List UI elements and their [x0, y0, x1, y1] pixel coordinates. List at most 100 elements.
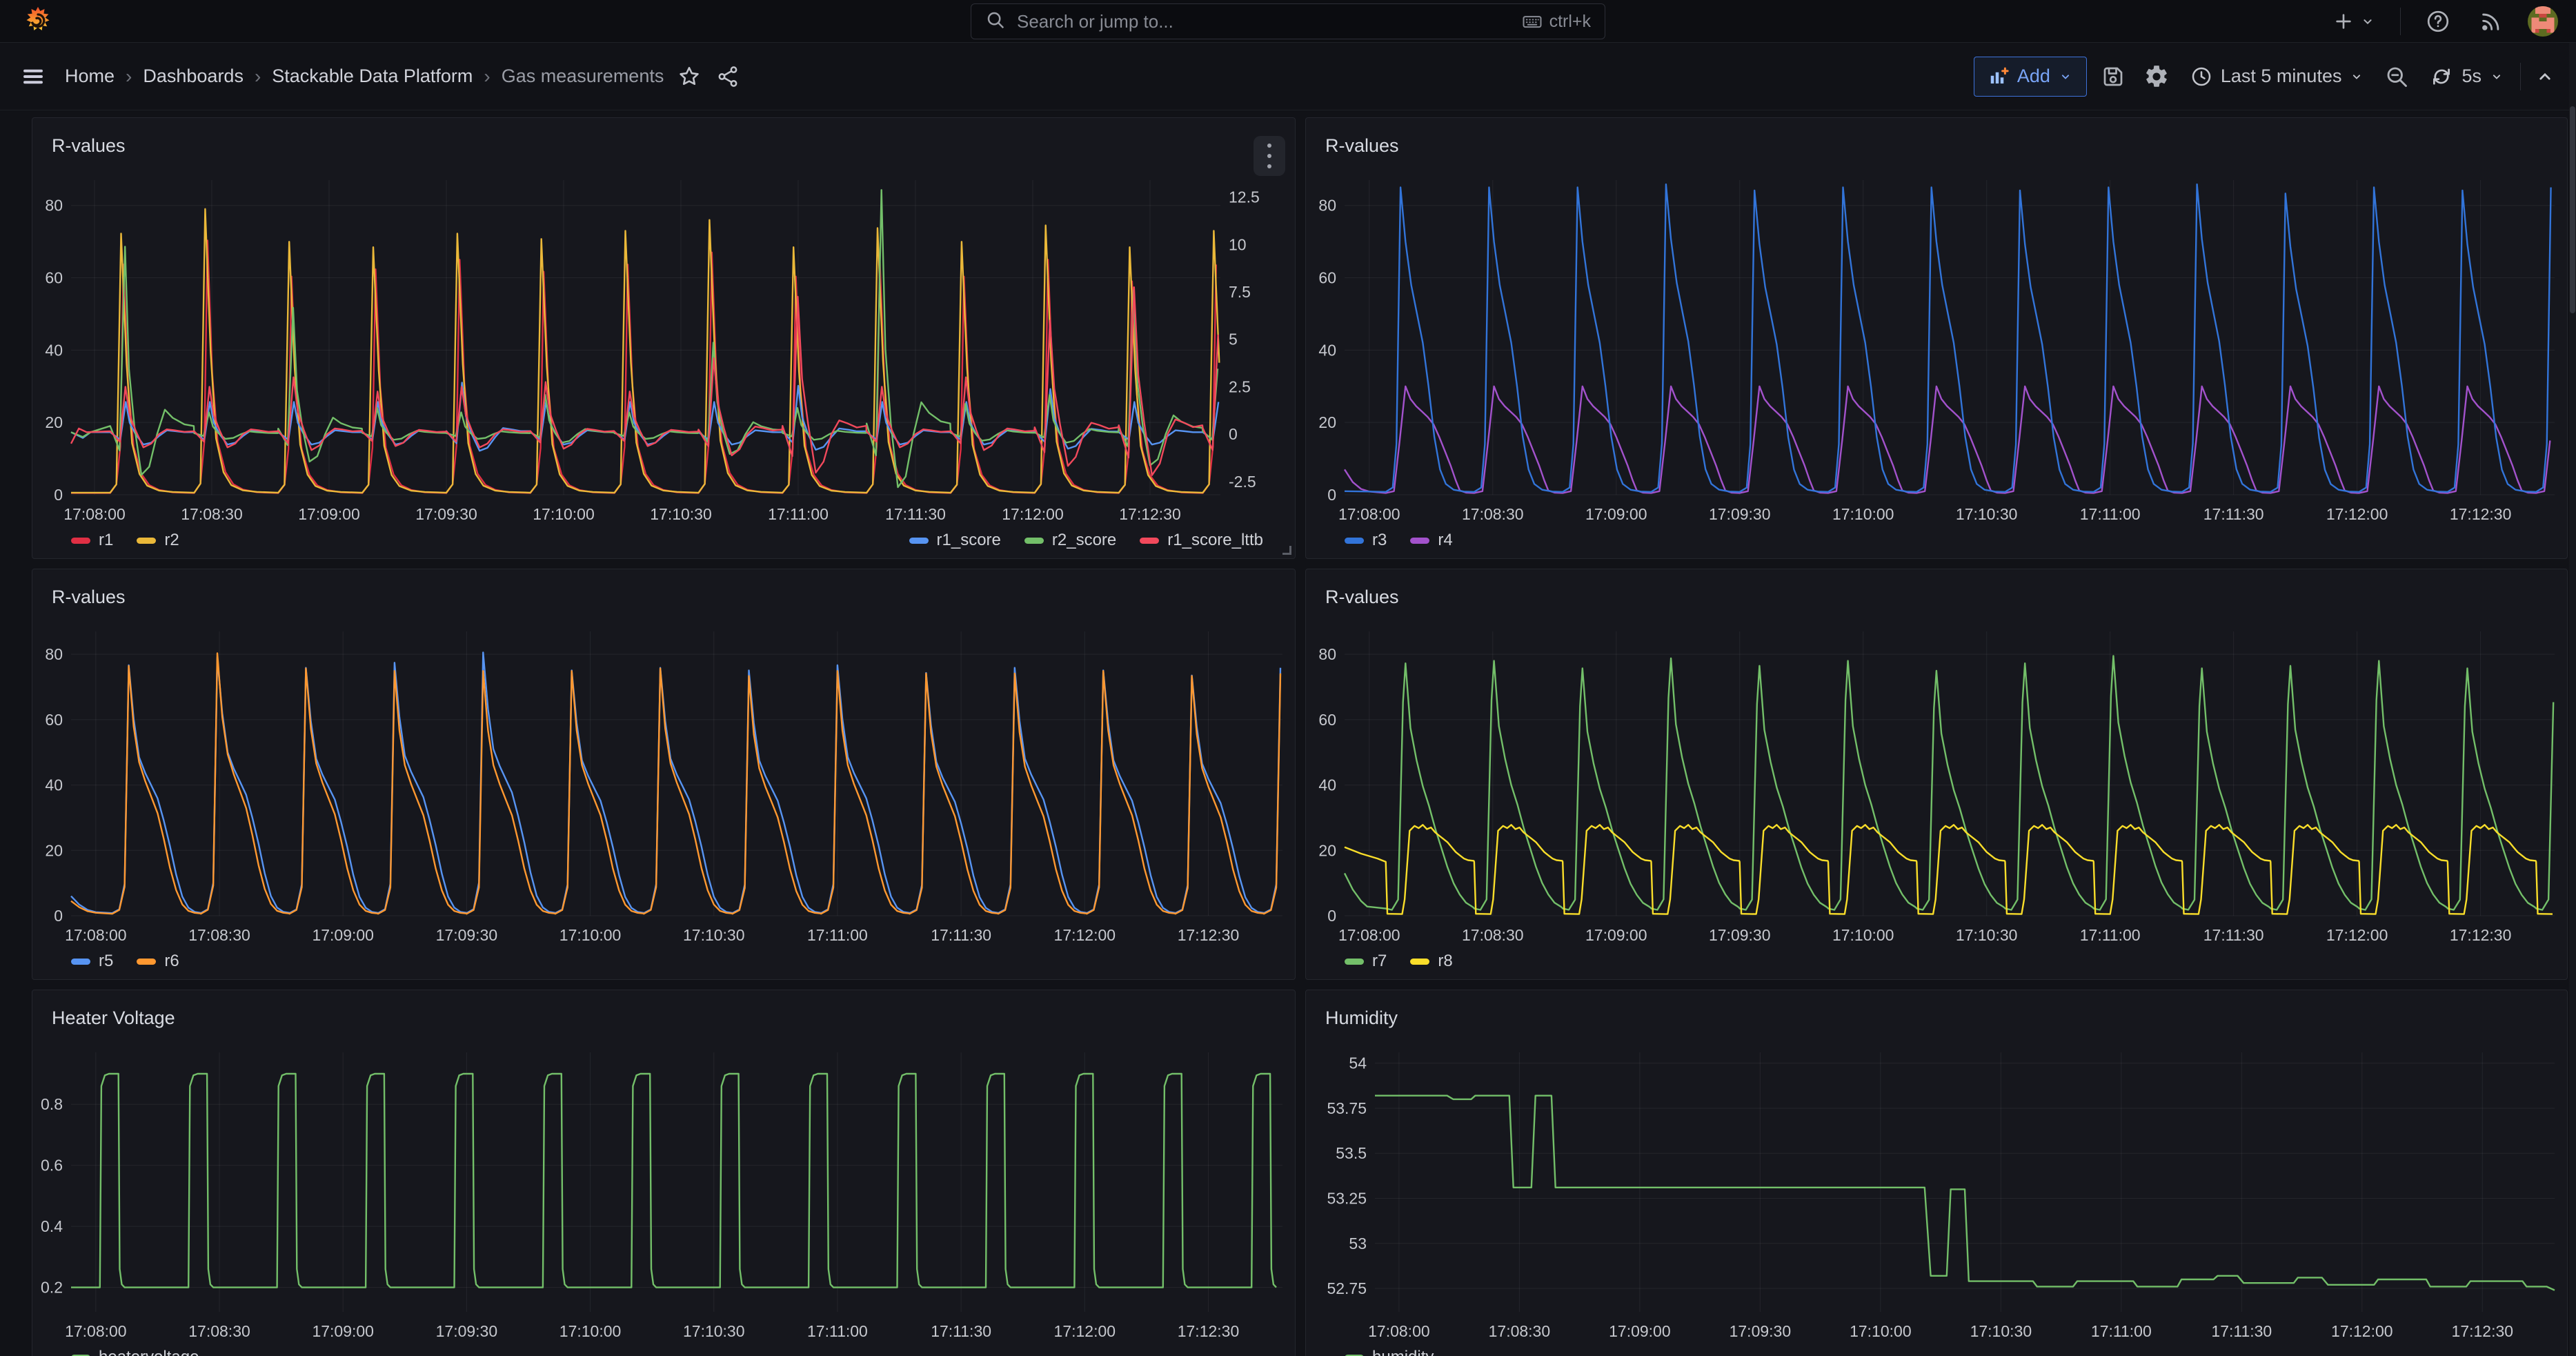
search-shortcut: ctrl+k: [1522, 11, 1591, 32]
chart-r-values-4[interactable]: 17:08:0017:08:3017:09:0017:09:3017:10:00…: [1306, 608, 2567, 949]
dashboard-settings-button[interactable]: [2139, 59, 2174, 94]
legend: r3 r4: [1306, 528, 2567, 558]
collapse-toolbar-button[interactable]: [2530, 62, 2559, 91]
add-panel-button[interactable]: Add: [1974, 57, 2087, 97]
panel-title[interactable]: Heater Voltage: [52, 1008, 175, 1029]
svg-text:17:10:00: 17:10:00: [1832, 505, 1894, 523]
search-bar[interactable]: ctrl+k: [971, 3, 1605, 39]
news-button[interactable]: [2475, 6, 2507, 37]
legend-label: r1: [99, 531, 113, 550]
svg-text:5: 5: [1229, 331, 1238, 348]
legend-item-r2[interactable]: r2: [137, 531, 179, 550]
svg-text:40: 40: [45, 776, 63, 794]
breadcrumb-home[interactable]: Home: [65, 66, 115, 87]
panel-title[interactable]: R-values: [1325, 587, 1399, 608]
save-dashboard-button[interactable]: [2097, 60, 2130, 93]
svg-text:17:11:00: 17:11:00: [768, 505, 829, 523]
svg-text:17:09:00: 17:09:00: [1585, 505, 1647, 523]
legend-item-r2_score[interactable]: r2_score: [1024, 531, 1116, 550]
svg-text:17:11:30: 17:11:30: [2203, 505, 2264, 523]
legend-item-r6[interactable]: r6: [137, 952, 179, 971]
refresh-picker[interactable]: 5s: [2423, 57, 2510, 97]
dashboard-toolbar: Home › Dashboards › Stackable Data Platf…: [0, 43, 2576, 110]
svg-text:17:10:00: 17:10:00: [559, 926, 622, 944]
legend: r5 r6: [32, 949, 1295, 979]
panel-r-values-2: R-values 17:08:0017:08:3017:09:0017:09:3…: [1305, 117, 2568, 559]
svg-text:17:09:30: 17:09:30: [1730, 1322, 1792, 1340]
svg-text:17:08:00: 17:08:00: [1338, 505, 1400, 523]
new-button[interactable]: [2328, 6, 2379, 37]
divider: [2400, 8, 2401, 35]
svg-text:17:10:30: 17:10:30: [650, 505, 712, 523]
breadcrumb-separator: ›: [255, 66, 261, 88]
breadcrumb-folder[interactable]: Stackable Data Platform: [272, 66, 473, 87]
page-scrollbar[interactable]: [2569, 43, 2576, 1356]
help-button[interactable]: [2421, 5, 2455, 38]
search-input[interactable]: [1017, 11, 1511, 32]
svg-text:17:09:30: 17:09:30: [415, 505, 477, 523]
panel-header: R-values: [32, 118, 1295, 157]
svg-text:17:12:00: 17:12:00: [2326, 926, 2388, 944]
share-button[interactable]: [712, 61, 744, 92]
legend-item-r5[interactable]: r5: [71, 952, 113, 971]
panel-header: R-values: [1306, 118, 2567, 157]
svg-text:53: 53: [1349, 1235, 1367, 1252]
legend-item-r1[interactable]: r1: [71, 531, 113, 550]
time-range-picker[interactable]: Last 5 minutes: [2183, 57, 2371, 97]
svg-text:17:10:30: 17:10:30: [1956, 505, 2018, 523]
svg-text:17:08:00: 17:08:00: [65, 1322, 127, 1340]
legend-item-r4[interactable]: r4: [1410, 531, 1452, 550]
chart-r-values-1[interactable]: 17:08:0017:08:3017:09:0017:09:3017:10:00…: [32, 157, 1295, 528]
star-icon: [677, 65, 701, 88]
svg-text:0.2: 0.2: [41, 1279, 63, 1297]
legend-label: r1_score_lttb: [1167, 531, 1263, 550]
legend-label: r5: [99, 952, 113, 971]
svg-text:17:11:30: 17:11:30: [931, 1322, 991, 1340]
svg-text:17:12:00: 17:12:00: [1054, 926, 1116, 944]
panel-r-values-1: R-values 17:08:0017:08:3017:09:0017:09:3…: [32, 117, 1296, 559]
svg-text:53.5: 53.5: [1336, 1144, 1367, 1162]
svg-text:17:10:00: 17:10:00: [1832, 926, 1894, 944]
panel-header: Humidity: [1306, 990, 2567, 1029]
legend-item-r3[interactable]: r3: [1345, 531, 1387, 550]
svg-text:17:08:00: 17:08:00: [1368, 1322, 1430, 1340]
legend-swatch: [909, 538, 929, 544]
favorite-button[interactable]: [673, 61, 705, 92]
save-icon: [2101, 64, 2126, 89]
series-r6: [71, 654, 1280, 914]
rss-icon: [2479, 10, 2503, 33]
panel-header: R-values: [32, 569, 1295, 608]
scrollbar-thumb[interactable]: [2570, 106, 2575, 313]
legend-label: r8: [1438, 952, 1452, 971]
svg-text:53.75: 53.75: [1327, 1099, 1367, 1117]
zoom-out-button[interactable]: [2380, 60, 2413, 93]
mega-menu-button[interactable]: [17, 60, 50, 93]
chart-humidity[interactable]: 17:08:0017:08:3017:09:0017:09:3017:10:00…: [1306, 1029, 2567, 1345]
legend-item-heatervoltage[interactable]: heatervoltage: [71, 1348, 199, 1356]
breadcrumb-dashboards[interactable]: Dashboards: [143, 66, 244, 87]
legend-item-r1_score[interactable]: r1_score: [909, 531, 1001, 550]
legend-swatch: [1024, 538, 1044, 544]
svg-text:17:10:30: 17:10:30: [683, 1322, 745, 1340]
panel-resize-handle[interactable]: [1282, 546, 1291, 555]
panel-title[interactable]: R-values: [1325, 135, 1399, 157]
legend-item-humidity[interactable]: humidity: [1345, 1348, 1434, 1356]
legend-item-r7[interactable]: r7: [1345, 952, 1387, 971]
svg-text:17:11:00: 17:11:00: [807, 1322, 868, 1340]
panel-title[interactable]: R-values: [52, 135, 126, 157]
chevron-down-icon: [2490, 70, 2504, 83]
legend: humidity: [1306, 1345, 2567, 1356]
chart-r-values-3[interactable]: 17:08:0017:08:3017:09:0017:09:3017:10:00…: [32, 608, 1295, 949]
svg-text:17:12:00: 17:12:00: [1002, 505, 1064, 523]
panel-title[interactable]: R-values: [52, 587, 126, 608]
legend-item-r1_score_lttb[interactable]: r1_score_lttb: [1140, 531, 1263, 550]
grafana-logo[interactable]: [18, 1, 58, 41]
svg-text:17:11:30: 17:11:30: [2203, 926, 2264, 944]
svg-text:17:08:00: 17:08:00: [63, 505, 126, 523]
user-avatar[interactable]: [2528, 6, 2558, 37]
svg-text:17:08:00: 17:08:00: [1338, 926, 1400, 944]
chart-r-values-2[interactable]: 17:08:0017:08:3017:09:0017:09:3017:10:00…: [1306, 157, 2567, 528]
legend-item-r8[interactable]: r8: [1410, 952, 1452, 971]
panel-title[interactable]: Humidity: [1325, 1008, 1398, 1029]
chart-heater-voltage[interactable]: 17:08:0017:08:3017:09:0017:09:3017:10:00…: [32, 1029, 1295, 1345]
